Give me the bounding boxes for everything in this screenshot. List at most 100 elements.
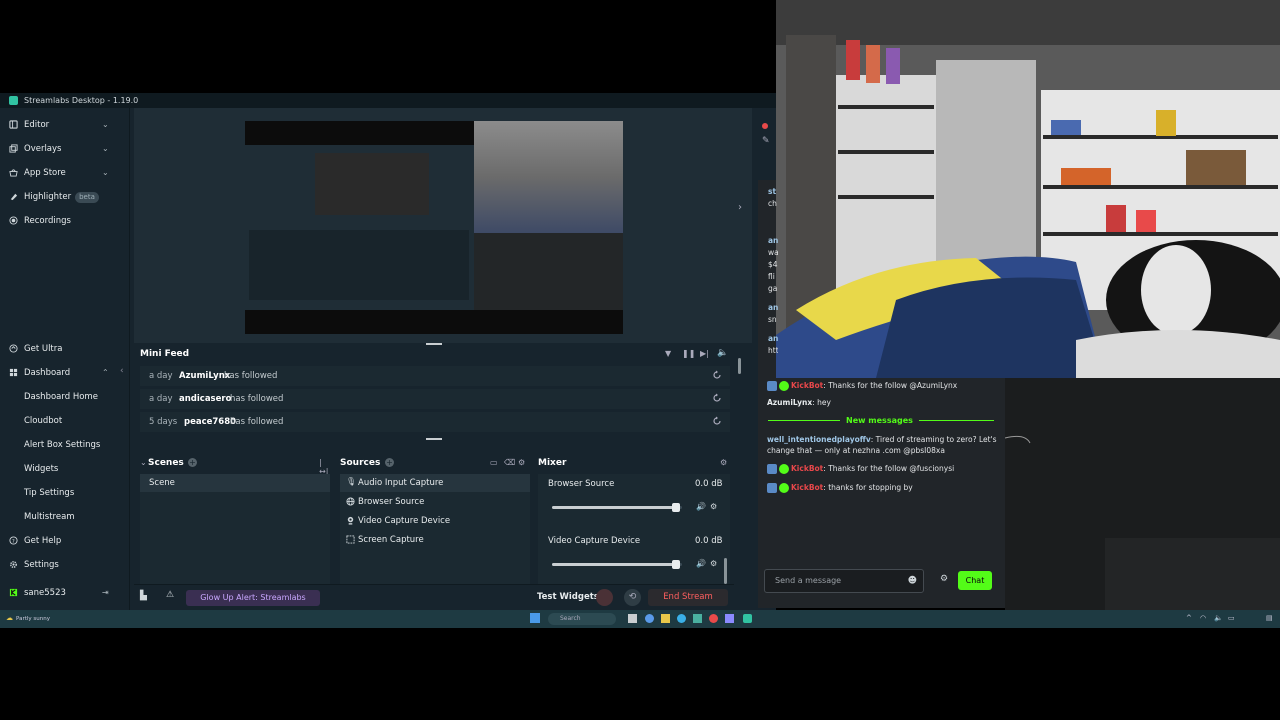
scrollbar[interactable]	[724, 558, 727, 584]
test-widgets-label[interactable]: Test Widgets	[537, 592, 599, 602]
sidebar-item-overlays[interactable]: Overlays ⌄	[0, 139, 130, 159]
streamlabs-taskbar-icon[interactable]	[743, 614, 752, 623]
emoji-icon[interactable]: ☻	[908, 570, 917, 592]
streamlabs-logo-icon	[9, 96, 18, 105]
volume-slider-track[interactable]	[552, 503, 682, 512]
replay-icon[interactable]	[712, 370, 722, 380]
volume-slider-handle[interactable]	[671, 560, 680, 569]
replay-icon[interactable]	[712, 416, 722, 426]
sidebar-subitem-widgets[interactable]: Widgets	[24, 464, 58, 474]
sidebar-subitem-tip-settings[interactable]: Tip Settings	[24, 488, 74, 498]
sidebar-item-dashboard[interactable]: Dashboard ⌃	[0, 363, 130, 383]
chevron-down-icon[interactable]: ⌄	[102, 168, 109, 177]
sidebar-item-get-ultra[interactable]: Get Ultra	[0, 339, 130, 359]
chat-message: KickBot: Thanks for the follow @AzumiLyn…	[767, 380, 1002, 391]
sidebar-item-editor[interactable]: Editor ⌄	[0, 115, 130, 135]
end-stream-button[interactable]: End Stream	[648, 589, 728, 606]
chat-message-input[interactable]: Send a message ☻	[764, 569, 924, 593]
speaker-icon[interactable]: 🔊	[696, 559, 706, 568]
edit-icon[interactable]: ✎	[762, 136, 770, 146]
store-app-icon[interactable]	[693, 614, 702, 623]
webcam-overlay	[776, 0, 1280, 378]
chat-app-icon[interactable]	[645, 614, 654, 623]
sidebar-item-label: App Store	[24, 168, 66, 178]
volume-slider-handle[interactable]	[671, 503, 680, 512]
gear-icon[interactable]: ⚙	[940, 574, 948, 584]
chat-username[interactable]: KickBot	[791, 464, 823, 473]
folder-icon[interactable]: ▭	[490, 458, 498, 467]
volume-icon[interactable]: 🔈	[1214, 614, 1223, 622]
window-title: Streamlabs Desktop - 1.19.0	[24, 96, 139, 105]
battery-icon[interactable]: ▭	[1228, 614, 1235, 622]
tray-chevron-icon[interactable]: ^	[1186, 614, 1192, 622]
scene-item[interactable]: Scene	[140, 474, 330, 492]
stream-preview[interactable]	[245, 121, 623, 334]
gear-icon	[10, 561, 17, 568]
source-item-screen-capture[interactable]: Screen Capture	[340, 531, 530, 549]
taskbar-search[interactable]: Search	[548, 613, 616, 625]
chat-send-button[interactable]: Chat	[958, 571, 992, 590]
notification-icon[interactable]: ▤	[1266, 614, 1273, 622]
sidebar-item-account[interactable]: sane5523 ⇥	[0, 583, 130, 603]
alert-icon[interactable]: ⚠	[166, 590, 174, 600]
gear-icon[interactable]: ⚙	[720, 458, 727, 467]
edge-browser-icon[interactable]	[677, 614, 686, 623]
filter-icon[interactable]: ▼	[665, 349, 671, 358]
sidebar-item-settings[interactable]: Settings	[0, 555, 130, 575]
chat-username[interactable]: KickBot	[791, 483, 823, 492]
sidebar-item-recordings[interactable]: Recordings	[0, 211, 130, 231]
replay-icon[interactable]	[712, 393, 722, 403]
app-icon[interactable]	[725, 614, 734, 623]
resize-handle[interactable]	[426, 343, 442, 345]
stats-icon[interactable]: ▙	[140, 591, 147, 601]
background-scene-image	[1005, 378, 1280, 610]
task-view-icon[interactable]	[628, 614, 637, 623]
chevron-down-icon[interactable]: ⌄	[102, 144, 109, 153]
source-item-browser[interactable]: Browser Source	[340, 493, 530, 511]
record-button[interactable]	[596, 589, 613, 606]
gear-icon[interactable]: ⚙	[710, 502, 717, 511]
sidebar-item-label: Highlighter	[24, 192, 72, 202]
chevron-down-icon[interactable]: ⌄	[102, 120, 109, 129]
chevron-up-icon[interactable]: ⌃	[102, 368, 109, 377]
feed-action: has followed	[230, 417, 284, 427]
chat-username[interactable]: AzumiLynx	[767, 398, 812, 407]
chevron-down-icon[interactable]: ⌄	[140, 458, 147, 467]
gear-icon[interactable]: ⚙	[518, 458, 525, 467]
speaker-icon[interactable]: 🔊	[696, 502, 706, 511]
logout-icon[interactable]: ⇥	[102, 588, 109, 597]
weather-icon[interactable]: ☁	[6, 614, 13, 622]
sidebar-subitem-alert-box-settings[interactable]: Alert Box Settings	[24, 440, 100, 450]
chat-username[interactable]: KickBot	[791, 381, 823, 390]
file-explorer-icon[interactable]	[661, 614, 670, 623]
start-icon[interactable]	[530, 613, 540, 623]
chevron-right-icon[interactable]: ›	[738, 202, 742, 213]
remove-icon[interactable]: ⌫	[504, 458, 515, 467]
replay-buffer-icon[interactable]: ⟲	[624, 589, 641, 606]
resize-handle[interactable]	[426, 438, 442, 440]
editor-main: › Mini Feed ▼ ❚❚ ▶| 🔈 a day AzumiLynx ha…	[134, 108, 776, 610]
scrollbar[interactable]	[738, 358, 741, 374]
source-item-audio-input[interactable]: 🎙 Audio Input Capture	[340, 474, 530, 492]
sidebar-subitem-cloudbot[interactable]: Cloudbot	[24, 416, 62, 426]
add-source-button[interactable]: +	[385, 458, 394, 467]
chat-username[interactable]: well_intentionedplayoffv	[767, 435, 871, 444]
sidebar-item-highlighter[interactable]: Highlighter beta	[0, 187, 130, 207]
pause-icon[interactable]: ❚❚	[682, 349, 695, 358]
sidebar-subitem-multistream[interactable]: Multistream	[24, 512, 75, 522]
wifi-icon[interactable]: ◠	[1200, 614, 1206, 622]
source-item-video-capture[interactable]: Video Capture Device	[340, 512, 530, 530]
chat-fragment: ga	[768, 284, 778, 293]
ultra-icon	[9, 344, 18, 353]
sidebar-subitem-dashboard-home[interactable]: Dashboard Home	[24, 392, 98, 402]
chrome-icon[interactable]	[709, 614, 718, 623]
volume-slider-track[interactable]	[552, 560, 682, 569]
sidebar-item-get-help[interactable]: ? Get Help	[0, 531, 130, 551]
sidebar-item-app-store[interactable]: App Store ⌄	[0, 163, 130, 183]
skip-icon[interactable]: ▶|	[700, 349, 709, 358]
promo-button[interactable]: Glow Up Alert: Streamlabs Mobile	[186, 590, 320, 618]
gear-icon[interactable]: ⚙	[710, 559, 717, 568]
mute-icon[interactable]: 🔈	[717, 348, 728, 358]
add-scene-button[interactable]: +	[188, 458, 197, 467]
chat-input-placeholder: Send a message	[775, 576, 842, 585]
